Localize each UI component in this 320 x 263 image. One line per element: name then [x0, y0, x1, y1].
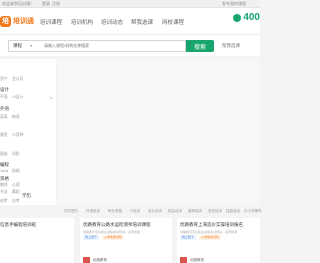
chevron-right-icon — [49, 96, 53, 100]
search-category-select[interactable]: 课程 — [13, 43, 22, 49]
nav-item-news[interactable]: 培训动态 — [101, 18, 123, 26]
category-title[interactable]: 资格 — [0, 176, 9, 182]
category-link[interactable]: 资产 — [0, 77, 8, 82]
course-card[interactable]: 信息手编程培训班 — [0, 218, 74, 263]
course-badge: 入学免费试听 — [199, 235, 222, 240]
search-box: 课程 — [8, 40, 186, 52]
category-link[interactable]: UI设计 — [12, 95, 23, 100]
institution-logo — [180, 257, 187, 263]
search-button[interactable]: 搜索 — [186, 40, 214, 52]
institution-logo — [83, 257, 90, 263]
top-utility-bar: 欢迎来到培训通！ 登录 注册 发布我的课程 — [0, 0, 260, 8]
nav-item-help-choose[interactable]: 帮我选课 — [131, 18, 153, 26]
category-link[interactable]: 建造 — [0, 152, 8, 157]
hotline: 400 — [233, 12, 260, 23]
institution-name[interactable]: 优路教育 — [93, 258, 107, 263]
quick-link[interactable]: 设计培训 — [148, 209, 162, 214]
nav-item-online-courses[interactable]: 网校课程 — [162, 18, 184, 26]
category-link[interactable]: 舞蹈 — [12, 190, 20, 195]
category-link[interactable]: Java — [0, 169, 8, 173]
category-title[interactable]: 设计 — [0, 87, 9, 93]
category-link[interactable]: 书法 — [0, 190, 8, 195]
course-badge: 线上线下 — [83, 235, 100, 240]
course-description: 优路教育专注职业资格考试培训，名师授课 — [83, 230, 141, 234]
logo-text: 培训通 — [13, 18, 34, 25]
course-title[interactable]: 优路教育公路水运检测师培训课程 — [83, 222, 151, 228]
publish-course-link[interactable]: 发布我的课程 — [222, 1, 246, 7]
phone-icon — [233, 13, 242, 22]
course-card[interactable]: 优路教育上海造价实操培训报名 优路教育专注职业资格考试培训，名师授课 线上线下 … — [177, 218, 260, 263]
institution-name[interactable]: 优路教育 — [190, 258, 204, 263]
category-link[interactable]: 自考 — [12, 199, 20, 204]
quick-link[interactable]: 语言培训 — [208, 209, 222, 214]
login-link[interactable]: 登录 — [42, 1, 50, 7]
category-link[interactable]: 小语种 — [12, 133, 23, 138]
course-title[interactable]: 信息手编程培训班 — [0, 222, 36, 228]
quick-link[interactable]: 建筑培训 — [188, 209, 202, 214]
category-title[interactable]: 外语 — [0, 106, 9, 112]
site-header: 培 培训通 培训课程 培训机构 培训动态 帮我选课 网校课程 400 — [0, 8, 260, 34]
course-badge: 线上线下 — [180, 235, 197, 240]
site-logo[interactable]: 培 培训通 — [0, 14, 34, 28]
nav-item-courses[interactable]: 培训课程 — [40, 18, 62, 26]
quick-link[interactable]: IT培训 — [130, 209, 140, 214]
welcome-text: 欢迎来到培训通！ — [2, 1, 34, 6]
course-description: 优路教育专注职业资格考试培训，名师授课 — [180, 230, 238, 234]
chevron-down-icon — [30, 45, 32, 47]
nav-item-institutions[interactable]: 培训机构 — [71, 18, 93, 26]
course-card[interactable]: 优路教育公路水运检测师培训课程 优路教育专注职业资格考试培训，名师授课 线上线下… — [80, 218, 172, 263]
quick-link[interactable]: 外语培训 — [86, 209, 100, 214]
category-link[interactable]: 英语 — [0, 115, 8, 120]
category-title[interactable]: 编程 — [0, 162, 9, 168]
category-link[interactable]: 教师 — [0, 183, 8, 188]
category-link[interactable]: 韩语 — [12, 115, 20, 120]
quick-link[interactable]: 职业资格 — [108, 209, 122, 214]
category-link[interactable]: 前端 — [12, 169, 20, 174]
quick-link[interactable]: 财会培训 — [168, 209, 182, 214]
hero-banner[interactable] — [58, 59, 260, 205]
category-link[interactable]: 心理 — [12, 183, 20, 188]
category-link[interactable]: 消防 — [12, 152, 20, 157]
quick-links: 学历提升 外语培训 职业资格 IT培训 设计培训 财会培训 建筑培训 语言培训 … — [0, 206, 262, 216]
help-choose-link[interactable]: 帮我选课 — [222, 43, 240, 49]
quick-link[interactable]: 学历提升 — [64, 209, 78, 214]
course-badge: 入学免费试听 — [102, 235, 125, 240]
register-link[interactable]: 注册 — [52, 1, 60, 7]
category-sidebar: 资产 会计证 设计 平面 UI设计 外语 英语 韩语 雅思 小语种 建造 消防 … — [0, 59, 56, 205]
quick-link[interactable]: 技能培训 — [226, 209, 240, 214]
search-input[interactable] — [44, 43, 184, 48]
category-link[interactable]: 雅思 — [0, 133, 8, 138]
logo-mark-icon: 培 — [0, 15, 11, 27]
category-link[interactable]: 平面 — [0, 95, 8, 100]
category-link[interactable]: 成考 — [0, 199, 8, 204]
hotline-number: 400 — [243, 12, 260, 23]
category-title[interactable]: 学历 — [22, 193, 31, 199]
course-title[interactable]: 优路教育上海造价实操培训报名 — [180, 222, 243, 228]
category-link[interactable]: 会计证 — [12, 77, 23, 82]
quick-link[interactable]: 中小学辅导 — [244, 209, 262, 214]
